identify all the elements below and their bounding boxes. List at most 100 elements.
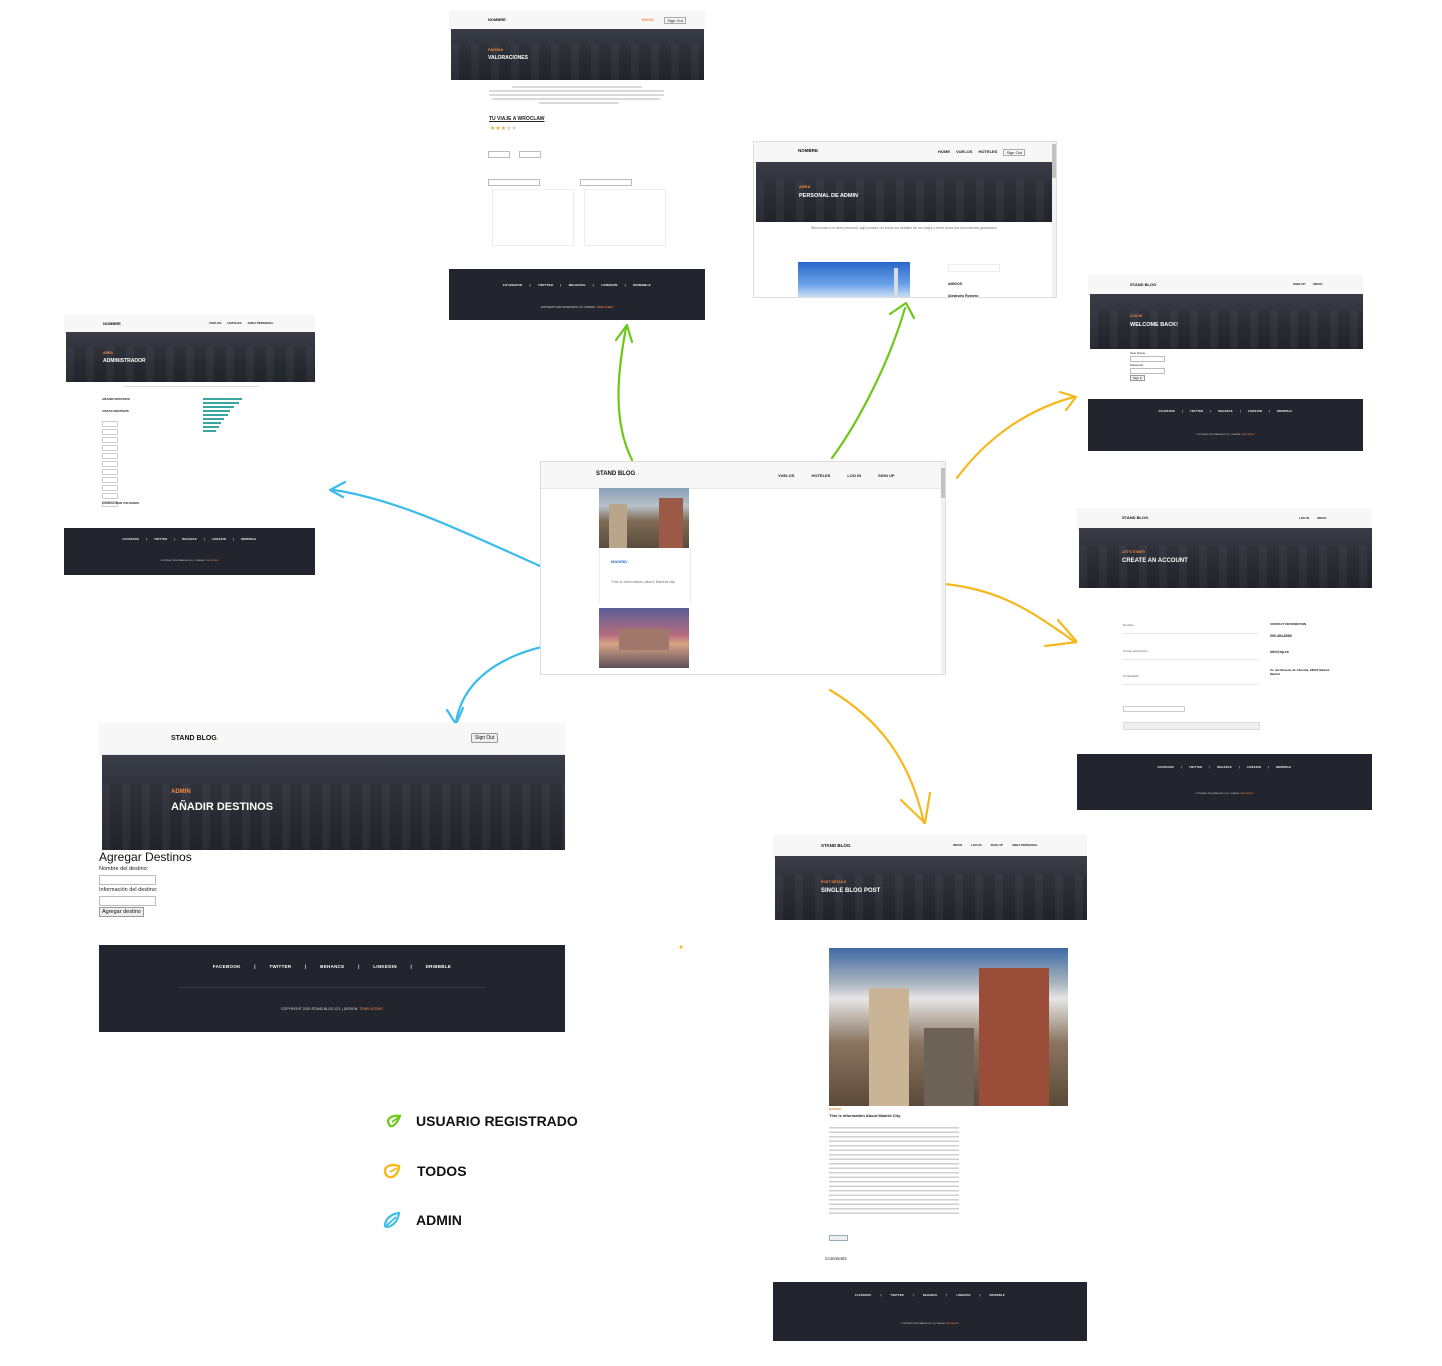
yellow-arrow-icon [383, 1163, 401, 1179]
hero-banner: AREA PERSONAL DE ADMIN [756, 162, 1053, 222]
menu-item-login[interactable]: LOG IN [847, 473, 861, 478]
menu-item-hoteles[interactable]: HOTELES [978, 149, 997, 156]
post-tag: MADRID [829, 1107, 841, 1111]
arrow-to-administrador [332, 488, 542, 568]
footer-dribbble-link[interactable]: DRIBBBLE [426, 964, 452, 969]
footer-twitter-link[interactable]: TWITTER [891, 1294, 904, 1297]
section-vistas[interactable]: VISTAS DESTINOS [102, 409, 129, 413]
destination-info-input[interactable] [99, 896, 156, 906]
footer-dribbble-link[interactable]: DRIBBBLE [1277, 410, 1292, 413]
footer: FACEBOOK | TWITTER | BEHANCE | LINKEDIN … [64, 528, 315, 575]
scrollbar[interactable] [1052, 142, 1056, 297]
scrollbar[interactable] [941, 462, 945, 674]
menu-item-inicio[interactable]: INICIO [1313, 282, 1322, 286]
signin-button[interactable]: Sign in [1130, 375, 1146, 381]
submit-button[interactable] [1123, 722, 1260, 730]
footer-facebook-link[interactable]: FACEBOOK [855, 1294, 872, 1297]
footer-credit-link[interactable]: TEMPLATEMO [359, 1007, 383, 1011]
menu-item-signup[interactable]: SIGN UP [1293, 282, 1305, 286]
file-input-1[interactable] [488, 179, 540, 186]
menu-item-inicio[interactable]: INICIO [953, 843, 962, 847]
footer-credit-link[interactable]: TEMPLATEMO [596, 306, 613, 309]
date-from-field[interactable] [488, 151, 510, 158]
password-input[interactable] [1130, 368, 1165, 374]
menu-item-hoteles[interactable]: HOTELES [227, 321, 241, 325]
field-nombre-input[interactable] [1123, 633, 1258, 634]
madrid-photo[interactable] [599, 488, 689, 548]
signout-button[interactable]: Sign Out [471, 733, 499, 743]
footer-copyright: COPYRIGHT 2020 STAND BLOG CO. | DESIGN: [1195, 793, 1240, 795]
field-password-label: Contraseña [1123, 674, 1139, 678]
footer-twitter-link[interactable]: TWITTER [269, 964, 291, 969]
arrow-to-welcome-back [955, 395, 1076, 480]
menu-item-hoteles[interactable]: HOTELES [811, 473, 830, 478]
signout-button[interactable]: Sign Out [1003, 149, 1025, 156]
menu-item-vuelos[interactable]: VUELOS [778, 473, 794, 478]
side-search[interactable] [948, 264, 1000, 272]
berlin-photo[interactable] [599, 608, 689, 668]
field-correo-input[interactable] [1123, 659, 1258, 660]
footer-facebook-link[interactable]: FACEBOOK [213, 964, 241, 969]
menu-item-inicio[interactable]: INICIO [642, 17, 654, 24]
footer-linkedin-link[interactable]: LINKEDIN [601, 283, 618, 287]
footer-linkedin-link[interactable]: LINKEDIN [1247, 766, 1261, 769]
date-to-field[interactable] [519, 151, 541, 158]
menu-item-vuelos[interactable]: VUELOS [956, 149, 972, 156]
footer-behance-link[interactable]: BEHANCE [1218, 410, 1232, 413]
menu-item-inicio[interactable]: INICIO [1317, 516, 1326, 520]
footer-twitter-link[interactable]: TWITTER [1189, 766, 1202, 769]
footer-facebook-link[interactable]: FACEBOOK [503, 283, 522, 287]
menu-item-signup[interactable]: SIGN UP [878, 473, 894, 478]
screen-valoraciones: NOMBRE. INICIO Sign Out PAGINA VALORACIO… [449, 11, 705, 320]
footer-credit-link[interactable]: TEMPLATEMO [1241, 434, 1255, 436]
file-input[interactable] [1123, 706, 1185, 712]
menu-item-area-personal[interactable]: AREA PERSONAL [248, 321, 274, 325]
signout-button[interactable]: Sign Out [664, 17, 686, 24]
footer-behance-link[interactable]: BEHANCE [923, 1294, 937, 1297]
logo: NOMBRE. [798, 148, 820, 153]
footer-twitter-link[interactable]: TWITTER [1190, 410, 1203, 413]
side-name: Alejandro Romero [948, 294, 979, 298]
username-input[interactable] [1130, 356, 1165, 362]
menu-item-area-personal[interactable]: AREA PERSONAL [1012, 843, 1038, 847]
footer-facebook-link[interactable]: FACEBOOK [123, 538, 140, 541]
footer-dribbble-link[interactable]: DRIBBBLE [633, 283, 651, 287]
rating-stars[interactable]: ★★★★★ [490, 125, 517, 132]
hero-banner: POST DETAILS SINGLE BLOG POST [775, 856, 1087, 920]
footer-facebook-link[interactable]: FACEBOOK [1159, 410, 1176, 413]
footer-behance-link[interactable]: BEHANCE [182, 538, 196, 541]
footer-linkedin-link[interactable]: LINKEDIN [956, 1294, 970, 1297]
footer-twitter-link[interactable]: TWITTER [538, 283, 553, 287]
card-tag: MADRID [611, 559, 627, 564]
footer-credit-link[interactable]: TEMPLATEMO [205, 560, 219, 562]
screen-personal-admin: NOMBRE. HOME VUELOS HOTELES Sign Out ARE… [753, 141, 1057, 298]
menu-item-login[interactable]: LOG IN [1299, 516, 1309, 520]
section-anadir[interactable]: AÑADIR DESTINOS [102, 397, 130, 401]
destination-name-input[interactable] [99, 875, 156, 885]
navbar: STAND BLOG. INICIO LOG IN SIGN UP AREA P… [773, 835, 1087, 857]
footer-linkedin-link[interactable]: LINKEDIN [212, 538, 226, 541]
menu-item-login[interactable]: LOG IN [971, 843, 981, 847]
footer-credit-link[interactable]: TEMPLATEMO [1240, 793, 1254, 795]
footer-dribbble-link[interactable]: DRIBBBLE [1276, 766, 1291, 769]
footer-behance-link[interactable]: BEHANCE [1217, 766, 1231, 769]
add-destination-button[interactable]: Agregar destino [99, 907, 144, 917]
menu-item-signup[interactable]: SIGN UP [991, 843, 1003, 847]
menu-item-vuelos[interactable]: VUELOS [209, 321, 221, 325]
footer-dribbble-link[interactable]: DRIBBBLE [990, 1294, 1005, 1297]
file-input-2[interactable] [580, 179, 632, 186]
post-action-button[interactable] [829, 1235, 848, 1241]
footer-linkedin-link[interactable]: LINKEDIN [373, 964, 397, 969]
footer-twitter-link[interactable]: TWITTER [154, 538, 167, 541]
hero-kicker: PAGINA [488, 47, 504, 52]
hero-title: ADMINISTRADOR [103, 358, 146, 364]
footer-dribbble-link[interactable]: DRIBBBLE [241, 538, 256, 541]
menu-item-home[interactable]: HOME [938, 149, 950, 156]
footer-facebook-link[interactable]: FACEBOOK [1158, 766, 1175, 769]
field-password-input[interactable] [1123, 684, 1258, 685]
footer-behance-link[interactable]: BEHANCE [320, 964, 344, 969]
footer-credit-link[interactable]: TEMPLATEMO [946, 1323, 960, 1325]
footer-behance-link[interactable]: BEHANCE [569, 283, 586, 287]
footer-linkedin-link[interactable]: LINKEDIN [1248, 410, 1262, 413]
section-config-usuarios[interactable]: CONFIGURAR USUARIOS [102, 501, 139, 505]
